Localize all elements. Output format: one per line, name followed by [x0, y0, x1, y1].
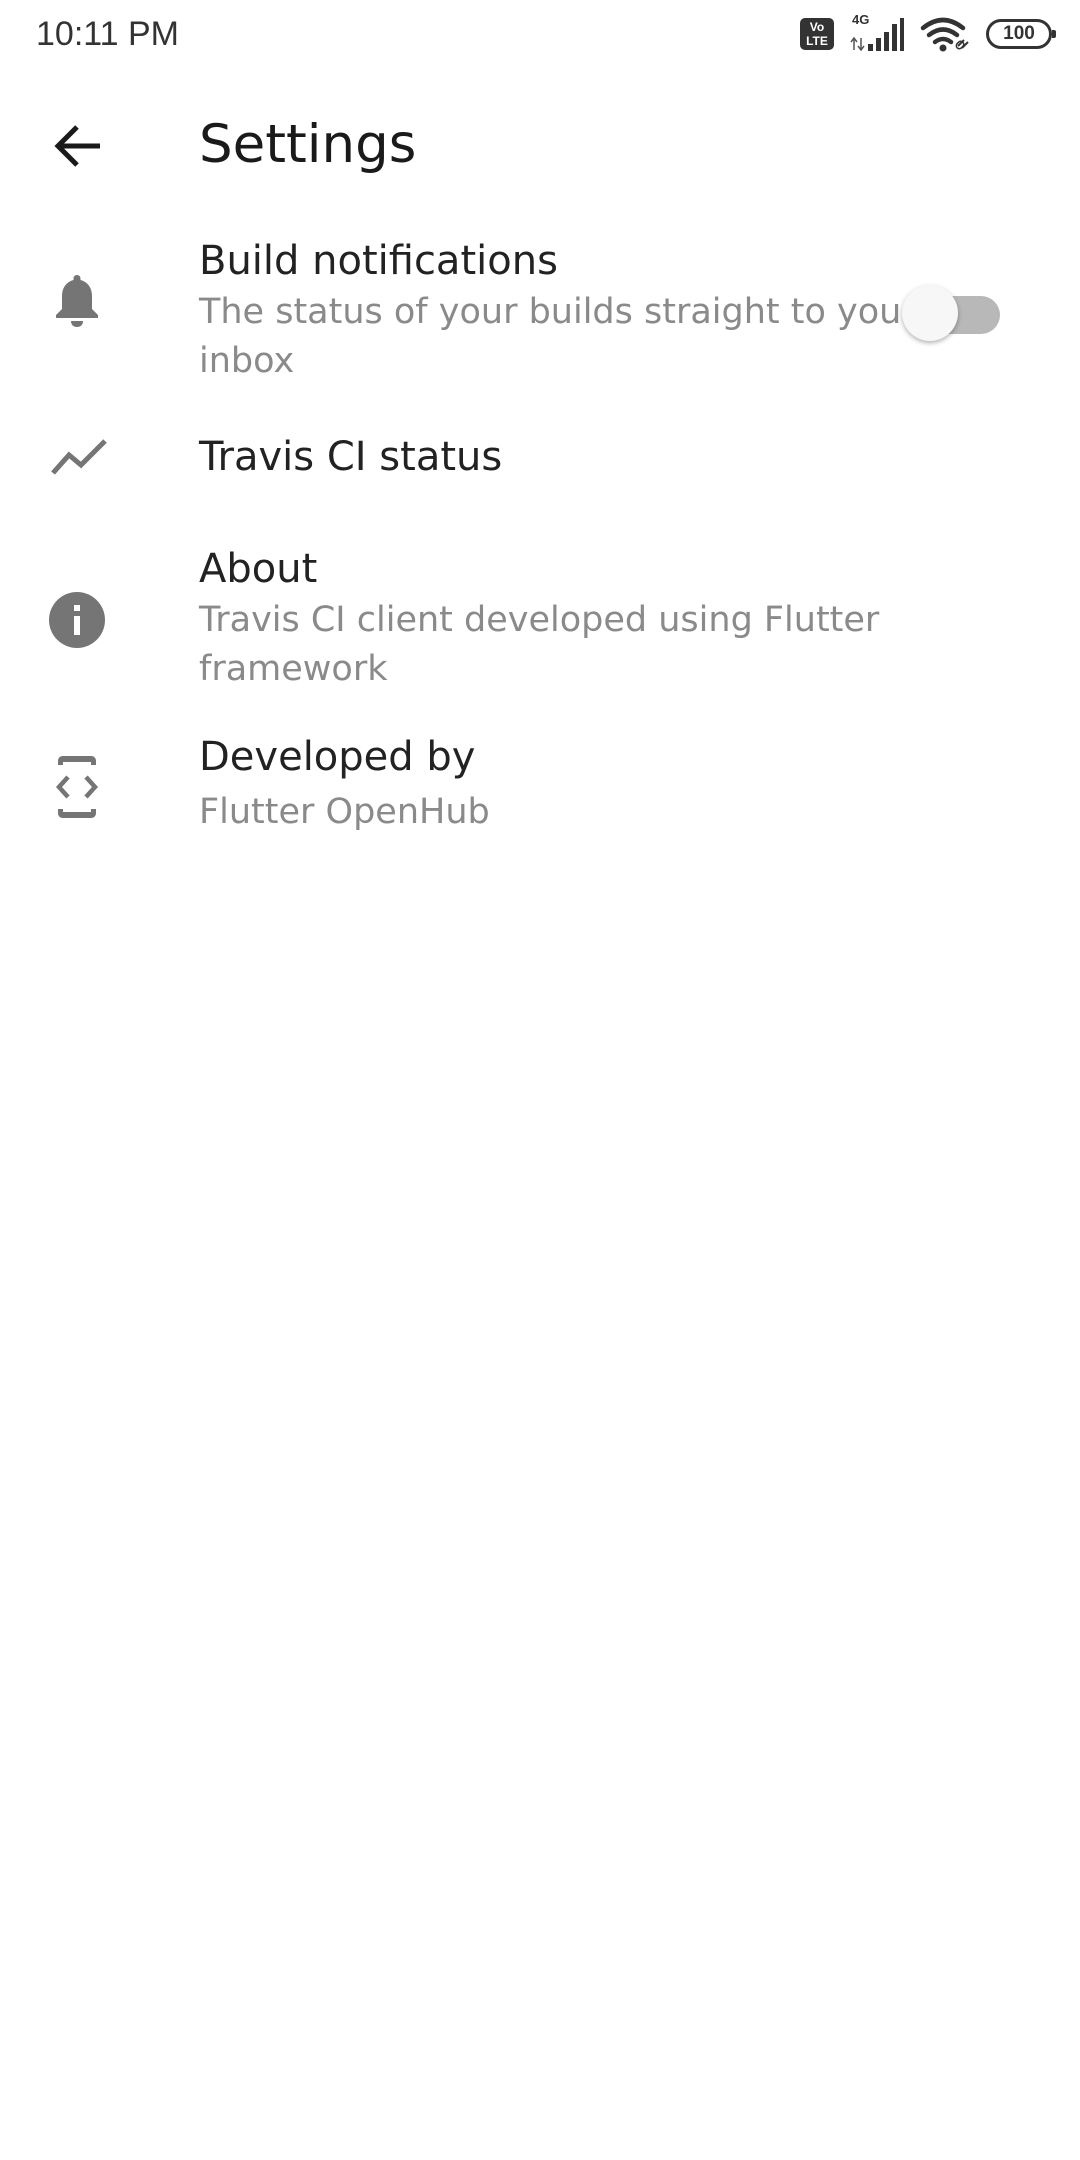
trending-up-icon — [44, 422, 114, 492]
developed-by-text: Developed by Flutter OpenHub — [199, 730, 930, 837]
cellular-signal-icon: 4G — [850, 12, 904, 52]
back-button[interactable] — [34, 112, 122, 180]
developed-by-title: Developed by — [199, 734, 476, 780]
build-notifications-toggle[interactable] — [902, 278, 1004, 341]
volte-icon: Vo LTE — [800, 18, 834, 50]
app-bar: Settings — [0, 90, 1080, 202]
travis-ci-status-item[interactable]: Travis CI status — [0, 400, 1080, 530]
wifi-icon — [920, 16, 970, 52]
arrow-left-icon — [54, 125, 100, 167]
developed-by-item[interactable]: Developed by Flutter OpenHub — [0, 730, 1080, 900]
status-time: 10:11 PM — [36, 15, 180, 53]
about-text: About Travis CI client developed using F… — [199, 542, 930, 694]
build-notifications-item[interactable]: Build notifications The status of your b… — [0, 220, 1080, 400]
info-icon — [42, 585, 112, 655]
developed-by-subtitle: Flutter OpenHub — [199, 792, 490, 832]
bell-icon — [42, 265, 112, 335]
developer-mode-icon — [42, 752, 112, 822]
build-notifications-title: Build notifications — [199, 238, 558, 284]
page-title: Settings — [199, 114, 417, 175]
battery-level: 100 — [1003, 23, 1035, 44]
about-title: About — [199, 546, 318, 592]
status-icons: Vo LTE 4G 100 — [800, 12, 1056, 54]
travis-ci-status-text: Travis CI status — [199, 430, 930, 484]
battery-icon: 100 — [986, 19, 1056, 49]
build-notifications-text: Build notifications The status of your b… — [199, 234, 930, 386]
travis-ci-status-title: Travis CI status — [199, 434, 503, 480]
volte-label-bottom: LTE — [806, 34, 828, 48]
build-notifications-subtitle: The status of your builds straight to yo… — [199, 292, 916, 381]
settings-list: Build notifications The status of your b… — [0, 220, 1080, 900]
status-bar: 10:11 PM Vo LTE 4G 100 — [0, 0, 1080, 70]
toggle-thumb — [902, 285, 958, 341]
about-item[interactable]: About Travis CI client developed using F… — [0, 530, 1080, 730]
about-subtitle: Travis CI client developed using Flutter… — [199, 600, 880, 689]
volte-label-top: Vo — [809, 20, 825, 34]
